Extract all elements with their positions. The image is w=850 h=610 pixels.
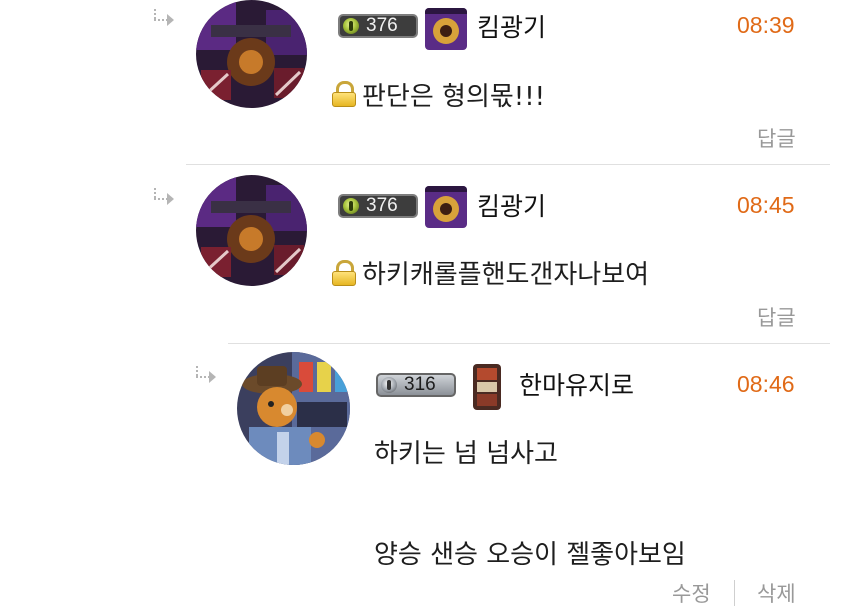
action-separator bbox=[734, 580, 735, 606]
comment-time: 08:45 bbox=[737, 192, 795, 218]
level-gem-icon bbox=[381, 377, 397, 393]
reply-button[interactable]: 답글 bbox=[757, 123, 796, 153]
item-icon bbox=[473, 364, 501, 410]
nickname[interactable]: 킴광기 bbox=[477, 187, 546, 223]
comment-1: 376 킴광기 08:39 판단은 형의몫!!! 답글 bbox=[0, 0, 850, 165]
edit-button[interactable]: 수정 bbox=[672, 578, 711, 608]
divider bbox=[186, 164, 830, 165]
avatar[interactable] bbox=[237, 352, 350, 465]
level-badge: 376 bbox=[338, 194, 418, 218]
nickname[interactable]: 킴광기 bbox=[477, 8, 546, 44]
level-gem-icon bbox=[343, 198, 359, 214]
comment-text-line-2: 양승 샌승 오승이 젤좋아보임 bbox=[374, 540, 686, 570]
comment-3: 316 한마유지로 08:46 하키는 넘 넘사고 양승 샌승 오승이 젤좋아보… bbox=[0, 344, 850, 610]
comment-text-line-1: 하키는 넘 넘사고 bbox=[374, 439, 558, 469]
level-badge: 316 bbox=[376, 373, 456, 397]
nickname[interactable]: 한마유지로 bbox=[519, 366, 634, 402]
comment-text: 하키캐롤플핸도갠자나보여 bbox=[362, 260, 650, 290]
level-badge: 376 bbox=[338, 14, 418, 38]
comment-text: 판단은 형의몫!!! bbox=[362, 82, 546, 112]
comment-time: 08:46 bbox=[737, 371, 795, 397]
avatar[interactable] bbox=[196, 175, 307, 286]
level-gem-icon bbox=[343, 18, 359, 34]
reply-arrow-icon bbox=[154, 9, 176, 26]
avatar[interactable] bbox=[196, 0, 307, 108]
delete-button[interactable]: 삭제 bbox=[757, 578, 796, 608]
item-icon bbox=[425, 8, 467, 50]
lock-icon bbox=[331, 81, 357, 107]
comment-time: 08:39 bbox=[737, 12, 795, 38]
comment-2: 376 킴광기 08:45 하키캐롤플핸도갠자나보여 답글 bbox=[0, 172, 850, 344]
item-icon bbox=[425, 186, 467, 228]
reply-arrow-icon bbox=[154, 188, 176, 205]
reply-arrow-icon bbox=[196, 366, 218, 383]
lock-icon bbox=[331, 260, 357, 286]
reply-button[interactable]: 답글 bbox=[757, 302, 796, 332]
